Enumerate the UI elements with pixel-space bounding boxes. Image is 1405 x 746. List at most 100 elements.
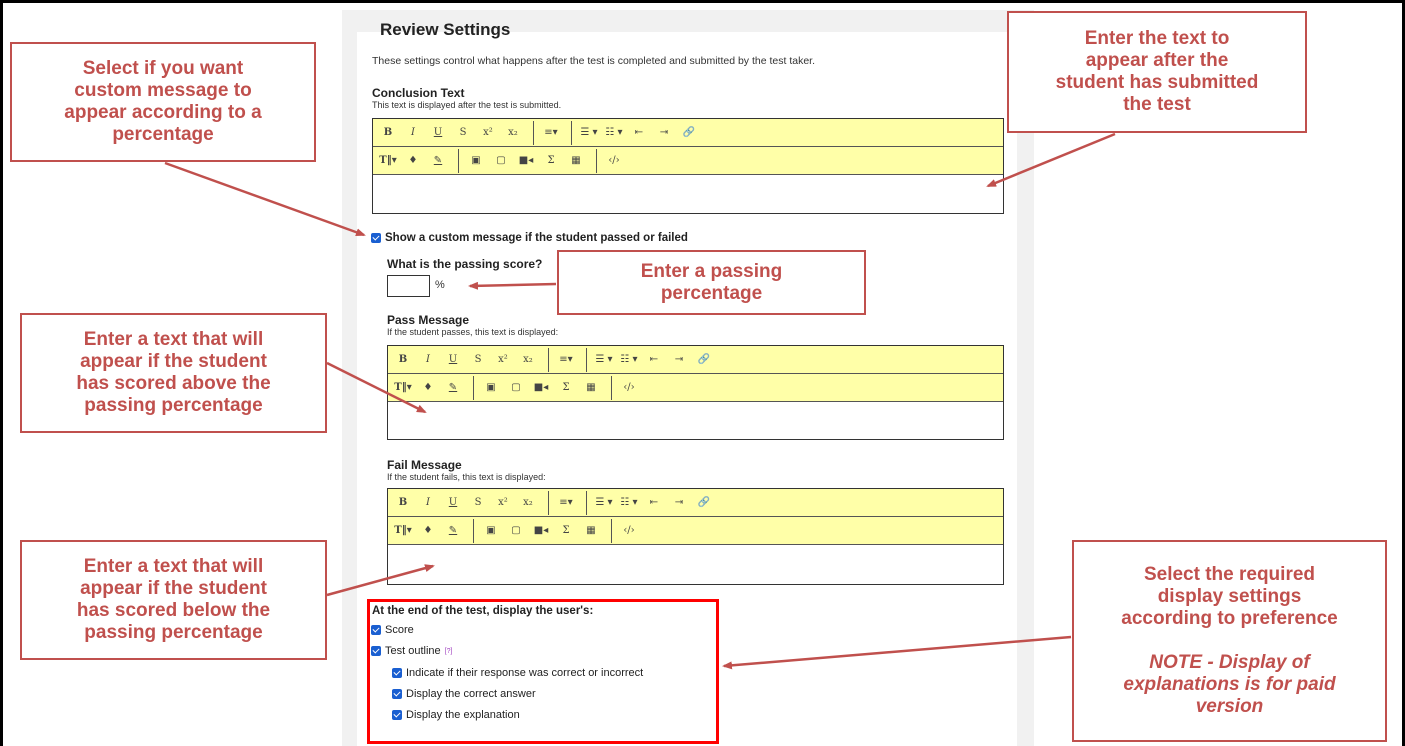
text-color-icon[interactable]: ♦ [417,521,439,541]
callout-custom-message: Select if you want custom message to appea… [10,42,316,162]
test-outline-checkbox[interactable] [371,646,381,656]
unordered-list-icon[interactable]: ☷ ▾ [618,350,640,370]
video-icon[interactable]: ■◂ [530,378,552,398]
outdent-icon[interactable]: ⇤ [643,493,665,513]
link-icon[interactable]: 🔗 [693,350,715,370]
clear-format-icon[interactable]: ✎ [427,151,449,171]
indent-icon[interactable]: ⇥ [653,123,675,143]
indent-icon[interactable]: ⇥ [668,493,690,513]
callout-display-settings: Select the required display settings accor… [1072,540,1387,742]
ordered-list-icon[interactable]: ☰ ▾ [578,123,600,143]
clear-format-icon[interactable]: ✎ [442,521,464,541]
bold-icon[interactable]: B [392,493,414,513]
table-icon[interactable]: ▦ [565,151,587,171]
text-size-icon[interactable]: T‖▾ [392,378,414,398]
link-icon[interactable]: 🔗 [693,493,715,513]
table-icon[interactable]: ▦ [580,378,602,398]
align-icon[interactable]: ≡▾ [540,123,562,143]
subscript-icon[interactable]: x₂ [517,493,539,513]
unordered-list-icon[interactable]: ☷ ▾ [618,493,640,513]
italic-icon[interactable]: I [417,350,439,370]
code-view-icon[interactable]: ‹/› [603,151,625,171]
file-icon[interactable]: ▢ [505,378,527,398]
indent-icon[interactable]: ⇥ [668,350,690,370]
custom-message-checkbox[interactable] [371,233,381,243]
correct-answer-checkbox[interactable] [392,689,402,699]
underline-icon[interactable]: U [442,493,464,513]
text-color-icon[interactable]: ♦ [402,151,424,171]
math-icon[interactable]: Σ [555,378,577,398]
conclusion-text-editor[interactable]: B I U Sx² x₂ ≡▾ ☰ ▾ ☷ ▾ ⇤ ⇥ 🔗 T‖▾ ♦ ✎ ▣ ▢ ■◂ Σ ▦ ‹/› [372,118,1004,214]
score-checkbox[interactable] [371,625,381,635]
editor-toolbar-row-1: B I U Sx² x₂ ≡▾ ☰ ▾ ☷ ▾ ⇤ ⇥ 🔗 [373,119,1003,147]
callout-line: explanations is for paid [1123,674,1336,695]
superscript-icon[interactable]: x² [477,123,499,143]
unordered-list-icon[interactable]: ☷ ▾ [603,123,625,143]
strikethrough-icon[interactable]: S [467,350,489,370]
indicate-correct-checkbox[interactable] [392,668,402,678]
clear-format-icon[interactable]: ✎ [442,378,464,398]
video-icon[interactable]: ■◂ [515,151,537,171]
file-icon[interactable]: ▢ [490,151,512,171]
italic-icon[interactable]: I [402,123,424,143]
strikethrough-icon[interactable]: S [452,123,474,143]
text-color-icon[interactable]: ♦ [417,378,439,398]
callout-line: Enter the text to [1084,28,1230,49]
outdent-icon[interactable]: ⇤ [628,123,650,143]
toolbar-separator [586,347,587,372]
callout-conclusion-text: Enter the text to appear after the student… [1007,11,1307,133]
pass-message-editor[interactable]: B I U Sx² x₂ ≡▾ ☰ ▾ ☷ ▾ ⇤ ⇥ 🔗 T‖▾ ♦ ✎ ▣ ▢ ■◂ Σ ▦ ‹/› [387,345,1004,440]
bold-icon[interactable]: B [377,123,399,143]
file-icon[interactable]: ▢ [505,521,527,541]
image-icon[interactable]: ▣ [480,521,502,541]
math-icon[interactable]: Σ [555,521,577,541]
bold-icon[interactable]: B [392,350,414,370]
underline-icon[interactable]: U [427,123,449,143]
correct-answer-label: Display the correct answer [406,688,536,700]
text-size-icon[interactable]: T‖▾ [392,521,414,541]
link-icon[interactable]: 🔗 [678,123,700,143]
subscript-icon[interactable]: x₂ [502,123,524,143]
correct-answer-option[interactable]: Display the correct answer [392,688,536,700]
fail-message-title: Fail Message [387,458,462,472]
test-outline-help-link[interactable]: [?] [445,648,453,655]
score-option[interactable]: Score [371,624,414,636]
italic-icon[interactable]: I [417,493,439,513]
strikethrough-icon[interactable]: S [467,493,489,513]
ordered-list-icon[interactable]: ☰ ▾ [593,493,615,513]
code-view-icon[interactable]: ‹/› [618,521,640,541]
callout-line: student has submitted [1055,72,1259,93]
superscript-icon[interactable]: x² [492,350,514,370]
toolbar-separator [586,490,587,515]
test-outline-label: Test outline [385,645,441,657]
align-icon[interactable]: ≡▾ [555,493,577,513]
underline-icon[interactable]: U [442,350,464,370]
video-icon[interactable]: ■◂ [530,521,552,541]
review-settings-description: These settings control what happens afte… [372,55,815,67]
passing-score-label: What is the passing score? [387,257,543,271]
explanation-checkbox[interactable] [392,710,402,720]
math-icon[interactable]: Σ [540,151,562,171]
fail-message-editor[interactable]: B I U Sx² x₂ ≡▾ ☰ ▾ ☷ ▾ ⇤ ⇥ 🔗 T‖▾ ♦ ✎ ▣ ▢ ■◂ Σ ▦ ‹/› [387,488,1004,585]
passing-score-input[interactable] [387,275,430,297]
ordered-list-icon[interactable]: ☰ ▾ [593,350,615,370]
indicate-correct-option[interactable]: Indicate if their response was correct o… [392,667,643,679]
text-size-icon[interactable]: T‖▾ [377,151,399,171]
callout-line: Enter a text that will [83,556,264,577]
custom-message-option[interactable]: Show a custom message if the student pas… [371,232,688,244]
outdent-icon[interactable]: ⇤ [643,350,665,370]
test-outline-option[interactable]: Test outline [?] [371,645,452,657]
subscript-icon[interactable]: x₂ [517,350,539,370]
image-icon[interactable]: ▣ [480,378,502,398]
code-view-icon[interactable]: ‹/› [618,378,640,398]
end-display-title: At the end of the test, display the user… [372,605,594,617]
conclusion-text-help: This text is displayed after the test is… [372,100,562,110]
toolbar-separator [611,518,612,543]
editor-toolbar-row-1: B I U Sx² x₂ ≡▾ ☰ ▾ ☷ ▾ ⇤ ⇥ 🔗 [388,346,1003,374]
callout-display-note: NOTE - Display of explanations is for pai… [1123,652,1335,718]
superscript-icon[interactable]: x² [492,493,514,513]
align-icon[interactable]: ≡▾ [555,350,577,370]
table-icon[interactable]: ▦ [580,521,602,541]
explanation-option[interactable]: Display the explanation [392,709,520,721]
image-icon[interactable]: ▣ [465,151,487,171]
